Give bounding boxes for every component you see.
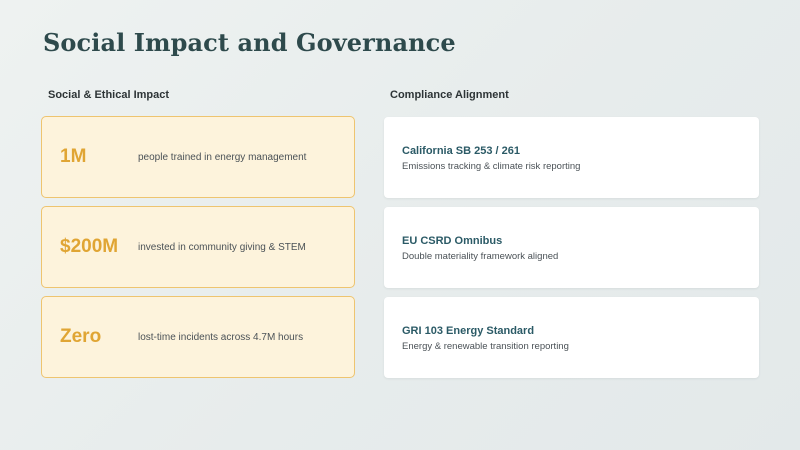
metric-value: Zero: [60, 326, 102, 347]
metric-description: invested in community giving & STEM: [138, 241, 306, 253]
social-impact-metrics: 1M people trained in energy management $…: [41, 116, 355, 386]
metric-card-training: 1M people trained in energy management: [41, 116, 355, 198]
compliance-description: Energy & renewable transition reporting: [402, 341, 569, 352]
compliance-card-gri: GRI 103 Energy Standard Energy & renewab…: [384, 297, 759, 378]
compliance-heading: Compliance Alignment: [390, 89, 509, 101]
page-title: Social Impact and Governance: [43, 28, 456, 57]
metric-value: $200M: [60, 236, 119, 257]
compliance-title: GRI 103 Energy Standard: [402, 325, 535, 337]
compliance-title: EU CSRD Omnibus: [402, 235, 503, 247]
metric-value: 1M: [60, 146, 87, 167]
metric-description: people trained in energy management: [138, 151, 307, 163]
metric-card-safety: Zero lost-time incidents across 4.7M hou…: [41, 296, 355, 378]
metric-description: lost-time incidents across 4.7M hours: [138, 331, 304, 343]
metric-card-community-giving: $200M invested in community giving & STE…: [41, 206, 355, 288]
slide: Social Impact and Governance Social & Et…: [0, 0, 800, 450]
compliance-description: Emissions tracking & climate risk report…: [402, 161, 581, 172]
compliance-list: California SB 253 / 261 Emissions tracki…: [384, 117, 759, 387]
compliance-card-california: California SB 253 / 261 Emissions tracki…: [384, 117, 759, 198]
social-impact-heading: Social & Ethical Impact: [48, 89, 170, 101]
compliance-title: California SB 253 / 261: [402, 145, 520, 157]
compliance-description: Double materiality framework aligned: [402, 251, 559, 262]
compliance-card-eu-csrd: EU CSRD Omnibus Double materiality frame…: [384, 207, 759, 288]
